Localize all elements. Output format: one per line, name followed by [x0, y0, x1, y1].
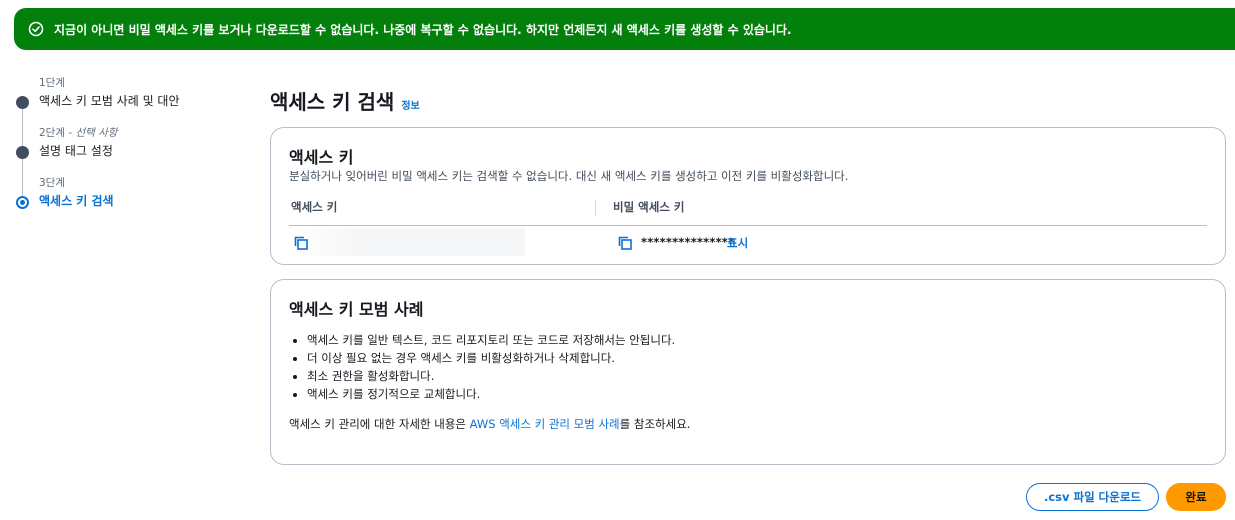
info-link[interactable]: 정보: [401, 97, 419, 112]
step-current-icon: [16, 196, 29, 209]
list-item: 더 이상 필요 없는 경우 액세스 키를 비활성화하거나 삭제합니다.: [307, 349, 675, 367]
page-title: 액세스 키 검색: [270, 90, 395, 114]
best-practices-note: 액세스 키 관리에 대한 자세한 내용은 AWS 액세스 키 관리 모범 사례를…: [289, 416, 690, 432]
wizard-step-1[interactable]: 1단계 액세스 키 모범 사례 및 대안: [14, 76, 244, 146]
wizard-step-3: 3단계 액세스 키 검색: [14, 176, 244, 226]
list-item: 액세스 키를 정기적으로 교체합니다.: [307, 385, 675, 403]
download-csv-button[interactable]: .csv 파일 다운로드: [1026, 483, 1159, 511]
page-header: 액세스 키 검색 정보: [270, 86, 420, 115]
best-practices-list: 액세스 키를 일반 텍스트, 코드 리포지토리 또는 코드로 저장해서는 안됩니…: [307, 331, 675, 403]
page: 지금이 아니면 비밀 액세스 키를 보거나 다운로드할 수 없습니다. 나중에 …: [0, 0, 1235, 520]
wizard-steps: 1단계 액세스 키 모범 사례 및 대안 2단계 - 선택 사항 설명 태그 설…: [14, 76, 244, 226]
flash-message: 지금이 아니면 비밀 액세스 키를 보거나 다운로드할 수 없습니다. 나중에 …: [54, 22, 792, 37]
list-item: 액세스 키를 일반 텍스트, 코드 리포지토리 또는 코드로 저장해서는 안됩니…: [307, 331, 675, 349]
success-flash-banner: 지금이 아니면 비밀 액세스 키를 보거나 다운로드할 수 없습니다. 나중에 …: [14, 8, 1235, 50]
step-number-label: 2단계 -: [39, 127, 76, 139]
step-complete-icon: [16, 96, 29, 109]
step-number: 2단계 - 선택 사항: [39, 126, 244, 140]
best-practices-doc-link[interactable]: AWS 액세스 키 관리 모범 사례: [470, 417, 620, 431]
list-item: 최소 권한을 활성화합니다.: [307, 367, 675, 385]
note-suffix: 를 참조하세요.: [619, 417, 691, 431]
column-divider: [595, 200, 596, 216]
access-key-container: 액세스 키 분실하거나 잊어버린 비밀 액세스 키는 검색할 수 없습니다. 대…: [270, 127, 1226, 265]
note-prefix: 액세스 키 관리에 대한 자세한 내용은: [289, 417, 470, 431]
check-circle-icon: [28, 21, 44, 37]
step-title: 액세스 키 모범 사례 및 대안: [39, 94, 180, 108]
column-header-secret-key: 비밀 액세스 키: [613, 200, 685, 214]
step-title: 액세스 키 검색: [39, 194, 114, 208]
access-key-description: 분실하거나 잊어버린 비밀 액세스 키는 검색할 수 없습니다. 대신 새 액세…: [289, 169, 849, 183]
step-number: 3단계: [39, 177, 66, 189]
copy-icon[interactable]: [617, 235, 633, 251]
key-table-header: 액세스 키 비밀 액세스 키: [289, 198, 1207, 226]
step-title: 설명 태그 설정: [39, 144, 113, 158]
step-optional-label: 선택 사항: [75, 127, 118, 139]
step-complete-icon: [16, 146, 29, 159]
best-practices-container: 액세스 키 모범 사례 액세스 키를 일반 텍스트, 코드 리포지토리 또는 코…: [270, 279, 1226, 465]
access-key-heading: 액세스 키: [289, 148, 354, 167]
best-practices-heading: 액세스 키 모범 사례: [289, 300, 424, 319]
wizard-step-2[interactable]: 2단계 - 선택 사항 설명 태그 설정: [14, 126, 244, 196]
show-secret-link[interactable]: 표시: [727, 235, 748, 251]
column-header-access-key: 액세스 키: [291, 200, 338, 214]
step-number: 1단계: [39, 77, 66, 89]
secret-key-masked: ***************: [641, 235, 735, 249]
key-table-row: *************** 표시: [289, 228, 1207, 256]
access-key-cell: [289, 228, 525, 256]
copy-icon[interactable]: [293, 235, 309, 251]
done-button[interactable]: 완료: [1166, 483, 1226, 511]
